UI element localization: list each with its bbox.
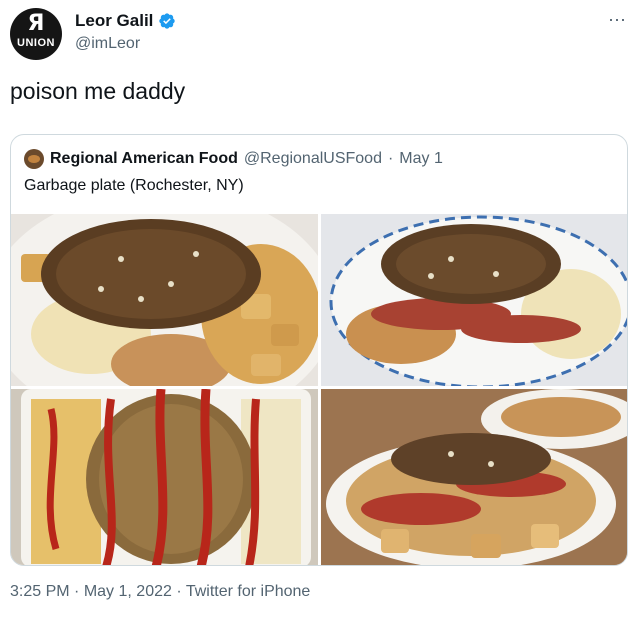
avatar-glyph: Я [27,11,45,36]
tweet-time[interactable]: 3:25 PM [10,583,70,600]
verified-badge-icon [159,13,176,29]
tweet-footer: 3:25 PM · May 1, 2022 · Twitter for iPho… [10,583,310,601]
avatar-word: UNION [17,37,55,49]
tweet-text: poison me daddy [10,78,186,104]
quoted-header: Regional American Food @RegionalUSFood ·… [24,149,443,169]
photo-1-image [11,214,318,386]
footer-dot-1: · [74,583,80,600]
footer-dot-2: · [176,583,182,600]
quoted-tweet[interactable]: Regional American Food @RegionalUSFood ·… [10,134,628,566]
quoted-handle[interactable]: @RegionalUSFood [244,150,382,168]
tweet-source[interactable]: Twitter for iPhone [186,583,311,600]
quoted-name[interactable]: Regional American Food [50,150,238,168]
photo-4-image [321,389,627,565]
photo-2[interactable] [321,214,627,386]
quoted-avatar[interactable] [24,149,44,169]
quoted-date[interactable]: May 1 [399,150,443,168]
author-name-row: Leor Galil [75,11,176,31]
author-handle[interactable]: @imLeor [75,35,140,53]
author-avatar[interactable]: Я UNION [10,8,62,60]
author-name[interactable]: Leor Galil [75,11,153,31]
quoted-text: Garbage plate (Rochester, NY) [24,177,244,194]
photo-1[interactable] [11,214,318,386]
tweet-date[interactable]: May 1, 2022 [84,583,172,600]
photo-2-image [321,214,627,386]
photo-4[interactable] [321,389,627,565]
more-icon[interactable]: ⋯ [608,10,627,31]
photo-3[interactable] [11,389,318,565]
quoted-separator: · [387,150,394,167]
photo-3-image [11,389,318,565]
